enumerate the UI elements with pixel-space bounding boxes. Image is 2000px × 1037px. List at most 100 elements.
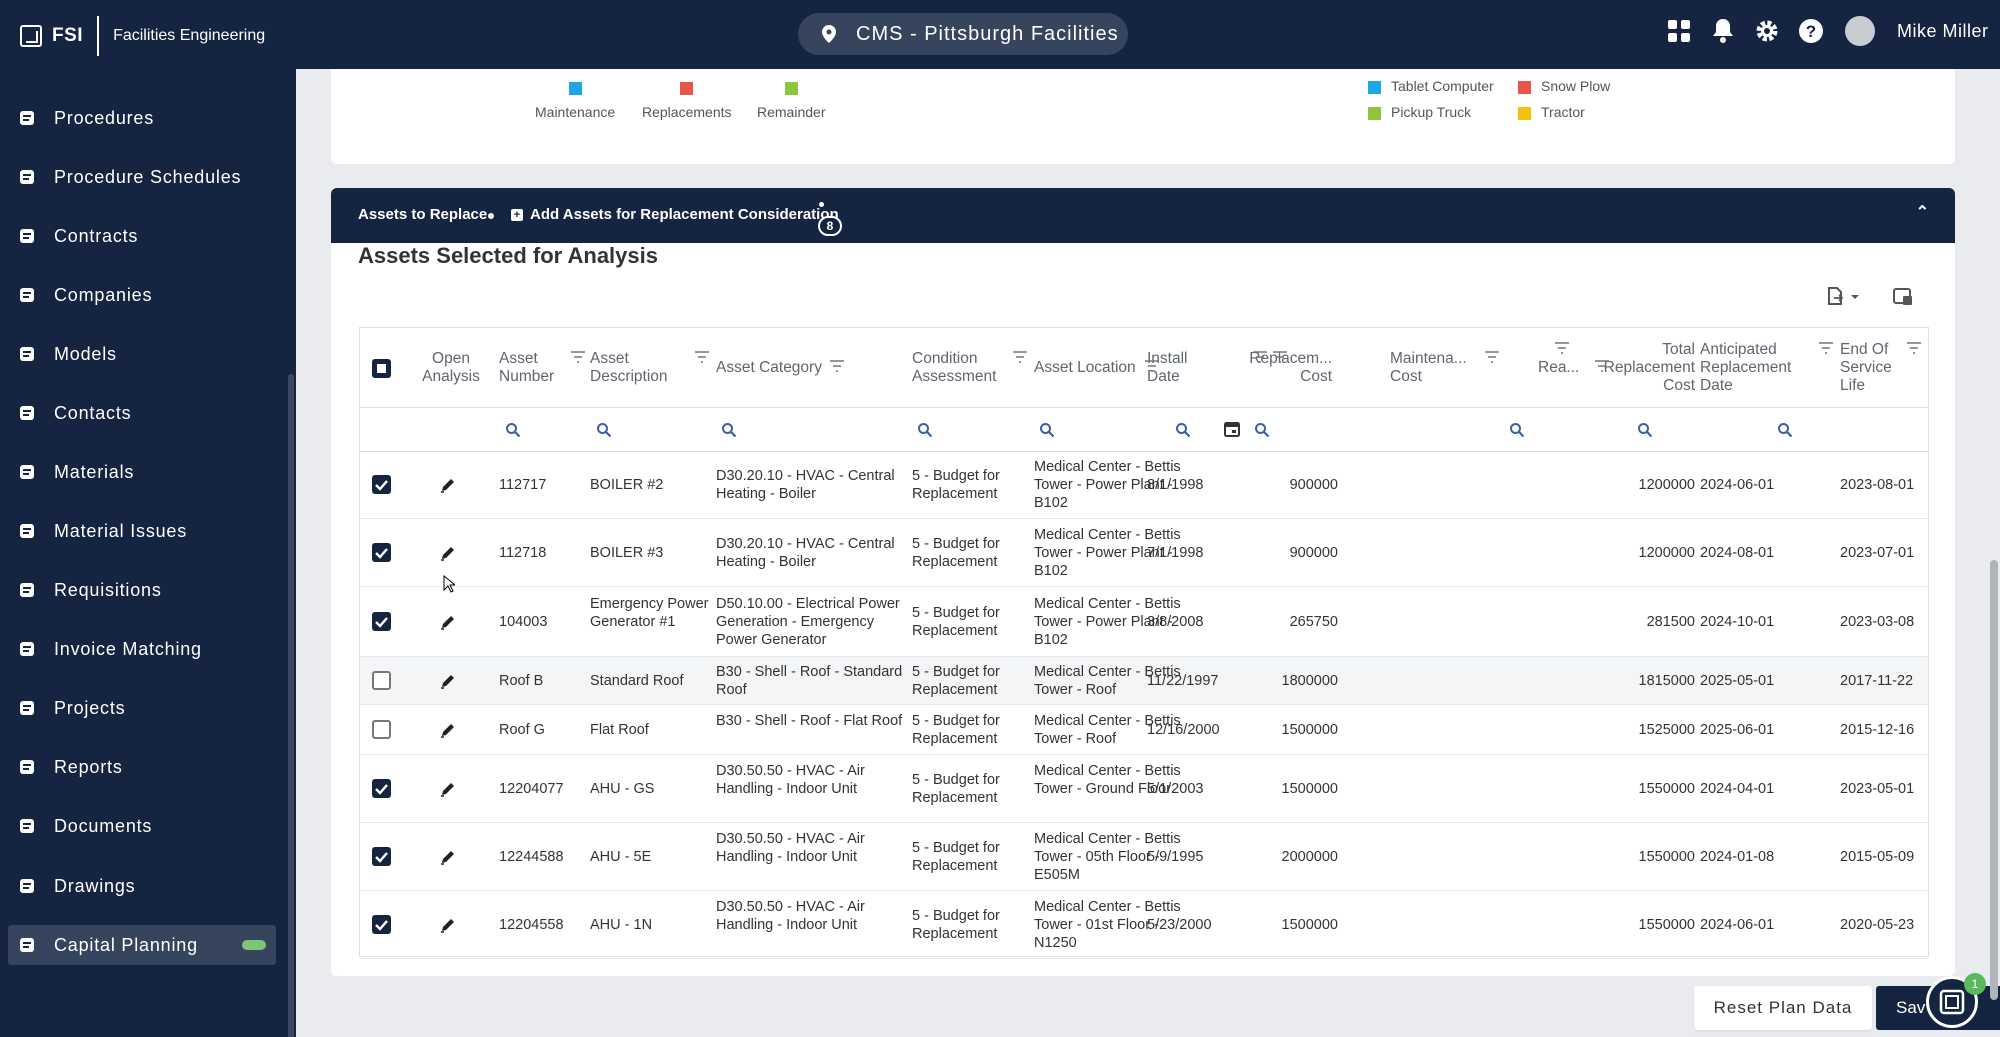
sidebar-item-procedures[interactable]: Procedures: [8, 98, 276, 138]
table-row[interactable]: 12244588 AHU - 5E D30.50.50 - HVAC - Air H…: [360, 823, 1928, 891]
edit-pencil-icon[interactable]: [440, 917, 456, 933]
search-icon[interactable]: [1509, 422, 1525, 438]
sidebar-item-drawings[interactable]: Drawings: [8, 866, 276, 906]
search-icon[interactable]: [596, 422, 612, 438]
row-checkbox[interactable]: [372, 779, 391, 798]
export-button[interactable]: [1825, 285, 1861, 309]
sidebar-item-label: Procedure Schedules: [54, 166, 242, 187]
row-checkbox[interactable]: [372, 720, 391, 739]
row-checkbox[interactable]: [372, 847, 391, 866]
col-header-condition-assessment[interactable]: Condition Assessment: [912, 350, 1007, 386]
row-checkbox[interactable]: [372, 671, 391, 690]
table-row[interactable]: 12204558 AHU - 1N D30.50.50 - HVAC - Air H…: [360, 891, 1928, 959]
col-header-total-replacement-cost[interactable]: Total Replacement Cost: [1600, 341, 1695, 395]
fsi-logo[interactable]: FSI Facilities Engineering: [20, 16, 265, 56]
status-toggle[interactable]: [242, 940, 266, 950]
table-row[interactable]: 112717 BOILER #2 D30.20.10 - HVAC - Centra…: [360, 451, 1928, 519]
filter-icon[interactable]: [1906, 341, 1922, 355]
apps-grid-icon[interactable]: [1665, 17, 1693, 45]
select-all-checkbox[interactable]: [372, 359, 391, 378]
filter-icon[interactable]: [829, 359, 845, 373]
site-selector[interactable]: CMS - Pittsburgh Facilities: [798, 13, 1128, 55]
sidebar-item-reports[interactable]: Reports: [8, 747, 276, 787]
sidebar-item-capital-planning[interactable]: Capital Planning: [8, 925, 276, 965]
search-icon[interactable]: [505, 422, 521, 438]
sidebar-item-projects[interactable]: Projects: [8, 688, 276, 728]
search-icon[interactable]: [1254, 422, 1270, 438]
filter-icon[interactable]: [1484, 350, 1500, 364]
asset-number: 112717: [499, 477, 547, 493]
col-header-maintenance-cost[interactable]: Maintena... Cost: [1390, 350, 1480, 386]
sidebar-item-procedure-schedules[interactable]: Procedure Schedules: [8, 157, 276, 197]
sidebar-item-contracts[interactable]: Contracts: [8, 216, 276, 256]
calendar-icon[interactable]: [1224, 421, 1240, 437]
filter-icon[interactable]: [1012, 350, 1028, 364]
tab-assets-to-replace[interactable]: Assets to Replace: [358, 206, 487, 223]
sidebar-item-contacts[interactable]: Contacts: [8, 393, 276, 433]
col-header-open-analysis[interactable]: Open Analysis: [416, 350, 486, 386]
col-header-asset-category[interactable]: Asset Category: [716, 359, 846, 377]
edit-pencil-icon[interactable]: [440, 614, 456, 630]
sidebar-item-documents[interactable]: Documents: [8, 806, 276, 846]
col-header-asset-description[interactable]: Asset Description: [590, 350, 670, 386]
filter-icon[interactable]: [1554, 341, 1570, 355]
row-checkbox[interactable]: [372, 543, 391, 562]
page-scrollbar[interactable]: [1990, 560, 1998, 1000]
sidebar-item-invoice-matching[interactable]: Invoice Matching: [8, 629, 276, 669]
filter-icon[interactable]: [694, 350, 710, 364]
edit-pencil-icon[interactable]: [440, 477, 456, 493]
edit-pencil-icon[interactable]: [440, 781, 456, 797]
edit-pencil-icon[interactable]: [440, 545, 456, 561]
cart-icon: [20, 583, 34, 597]
edit-pencil-icon[interactable]: [440, 722, 456, 738]
search-icon[interactable]: [1777, 422, 1793, 438]
gear-icon[interactable]: [1753, 17, 1781, 45]
tab-add-assets[interactable]: + Add Assets for Replacement Considerati…: [511, 206, 839, 223]
col-header-anticipated-replacement-date[interactable]: Anticipated Replacement Date: [1700, 341, 1810, 395]
user-name[interactable]: Mike Miller: [1897, 21, 1989, 42]
sidebar-item-companies[interactable]: Companies: [8, 275, 276, 315]
row-checkbox[interactable]: [372, 612, 391, 631]
col-header-asset-location[interactable]: Asset Location: [1034, 359, 1154, 377]
search-icon[interactable]: [917, 422, 933, 438]
search-icon[interactable]: [1637, 422, 1653, 438]
search-icon[interactable]: [1175, 422, 1191, 438]
search-icon[interactable]: [721, 422, 737, 438]
row-checkbox[interactable]: [372, 475, 391, 494]
filter-icon[interactable]: [1594, 359, 1610, 373]
filter-icon[interactable]: [570, 350, 586, 364]
edit-pencil-icon[interactable]: [440, 673, 456, 689]
asset-number: 112718: [499, 545, 547, 561]
sidebar-item-requisitions[interactable]: Requisitions: [8, 570, 276, 610]
replacement-cost: 2000000: [1281, 849, 1338, 865]
filter-icon[interactable]: [1272, 350, 1288, 364]
search-icon[interactable]: [1039, 422, 1055, 438]
edit-pencil-icon[interactable]: [440, 849, 456, 865]
help-icon[interactable]: ?: [1797, 17, 1825, 45]
table-row[interactable]: Roof B Standard Roof B30 - Shell - Roof - …: [360, 657, 1928, 705]
sidebar-scrollbar[interactable]: [288, 374, 294, 1037]
col-header-end-of-service-life[interactable]: End Of Service Life: [1840, 341, 1910, 395]
column-chooser-icon[interactable]: [1891, 285, 1915, 309]
replacement-cost: 900000: [1289, 477, 1338, 493]
avatar[interactable]: [1845, 16, 1875, 46]
table-row[interactable]: 112718 BOILER #3 D30.20.10 - HVAC - Centra…: [360, 519, 1928, 587]
row-checkbox[interactable]: [372, 915, 391, 934]
chevron-up-icon[interactable]: ⌃: [1916, 202, 1929, 222]
table-row[interactable]: Roof G Flat Roof B30 - Shell - Roof - Flat…: [360, 705, 1928, 755]
filter-icon[interactable]: [1144, 359, 1160, 373]
bell-icon[interactable]: [1709, 17, 1737, 45]
table-row[interactable]: 104003 Emergency Power Generator #1 D50.10…: [360, 587, 1928, 657]
sidebar-item-label: Materials: [54, 461, 135, 482]
table-row[interactable]: 12204077 AHU - GS D30.50.50 - HVAC - Air H…: [360, 755, 1928, 823]
sidebar-item-models[interactable]: Models: [8, 334, 276, 374]
filter-icon[interactable]: [1818, 341, 1834, 355]
sidebar-item-material-issues[interactable]: Material Issues: [8, 511, 276, 551]
reset-plan-data-button[interactable]: Reset Plan Data: [1694, 986, 1872, 1030]
sidebar-item-label: Requisitions: [54, 579, 162, 600]
sidebar-item-materials[interactable]: Materials: [8, 452, 276, 492]
legend-item-replacements: Replacements: [642, 82, 732, 120]
col-header-rea[interactable]: Rea...: [1538, 359, 1588, 377]
filter-icon[interactable]: [1252, 350, 1268, 364]
col-header-asset-number[interactable]: Asset Number: [499, 350, 559, 386]
